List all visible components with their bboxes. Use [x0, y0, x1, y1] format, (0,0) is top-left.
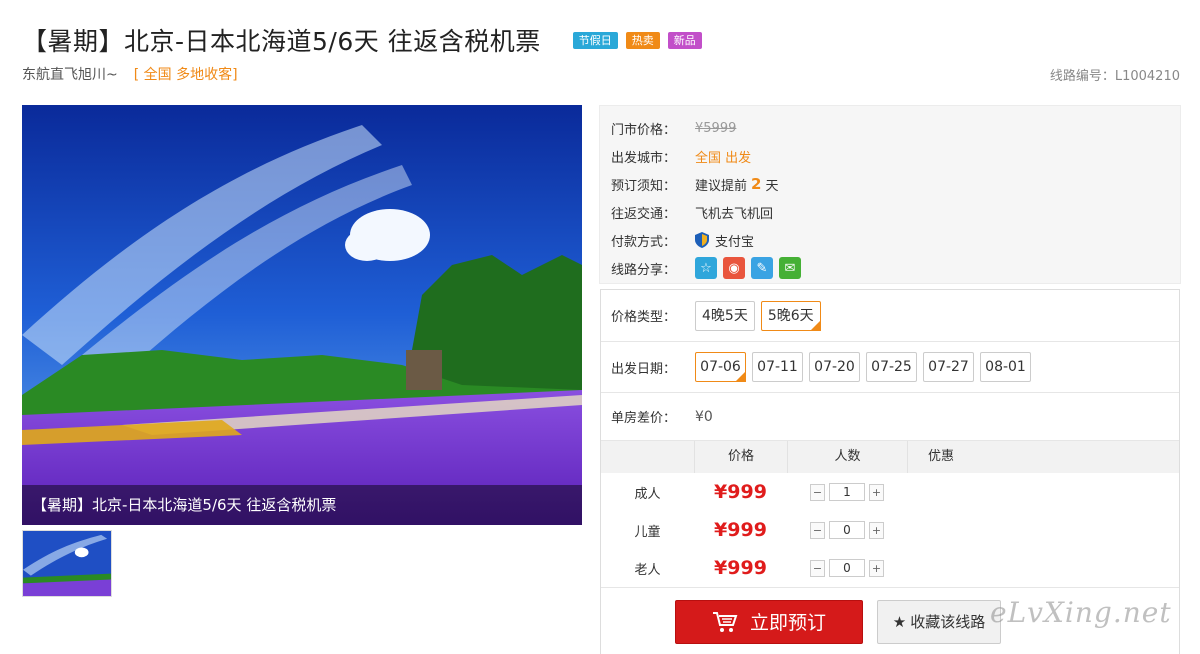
subtitle-row: 东航直飞旭川~ [ 全国 多地收客] 线路编号：L1004210: [22, 64, 1180, 84]
share-label: 线路分享：: [611, 262, 677, 278]
favorite-route-label: 收藏该线路: [910, 614, 986, 631]
table-row: 老人 ¥999 − 0 +: [601, 549, 1179, 587]
shopping-cart-icon: [712, 611, 738, 632]
transport-row: 往返交通： 飞机去飞机回: [611, 198, 1180, 226]
payment-value: 支付宝: [715, 234, 755, 250]
date-option[interactable]: 07-25: [866, 352, 917, 382]
booking-notice-row: 预订须知： 建议提前 2 天: [611, 170, 1180, 198]
date-option[interactable]: 07-27: [923, 352, 974, 382]
tag-hot-badge: 热卖: [625, 31, 660, 49]
plus-button[interactable]: +: [869, 483, 884, 501]
table-row: 成人 ¥999 − 1 +: [601, 473, 1179, 511]
tag-new-badge: 新品: [667, 31, 702, 49]
tag-holiday-badge: 节假日: [572, 31, 618, 49]
photo-caption: 【暑期】北京-日本北海道5/6天 往返含税机票: [22, 485, 582, 525]
price-type-option-4n5d[interactable]: 4晚5天: [695, 300, 755, 331]
plus-button[interactable]: +: [869, 559, 884, 577]
weibo-share-icon[interactable]: ◉: [723, 257, 745, 279]
table-row: 儿童 ¥999 − 0 +: [601, 511, 1179, 549]
page-title: 【暑期】北京-日本北海道5/6天 往返含税机票: [22, 27, 541, 56]
traveler-price: ¥999: [714, 519, 767, 541]
minus-button[interactable]: −: [810, 521, 825, 539]
minus-button[interactable]: −: [810, 483, 825, 501]
payment-row: 付款方式： 支付宝: [611, 226, 1180, 254]
share-row: 线路分享： ☆ ◉ ✎ ✉: [611, 254, 1180, 282]
traveler-price: ¥999: [714, 557, 767, 579]
payment-label: 付款方式：: [611, 234, 677, 250]
transport-value: 飞机去飞机回: [695, 206, 774, 222]
site-watermark: eLvXing.net: [990, 596, 1172, 629]
share-icon-list: ☆ ◉ ✎ ✉: [695, 257, 801, 279]
depart-city-value: 全国 出发: [695, 150, 752, 166]
date-option[interactable]: 08-01: [980, 352, 1031, 382]
single-room-diff-value: ¥0: [695, 408, 713, 425]
depart-date-label: 出发日期：: [611, 361, 677, 377]
transport-label: 往返交通：: [611, 206, 677, 222]
quantity-input[interactable]: 0: [829, 521, 865, 539]
date-option[interactable]: 07-06: [695, 352, 746, 382]
photo-thumbnail[interactable]: [22, 530, 112, 597]
title-row: 【暑期】北京-日本北海道5/6天 往返含税机票 节假日 热卖 新品: [22, 22, 702, 58]
traveler-type: 老人: [634, 562, 661, 578]
quantity-input[interactable]: 1: [829, 483, 865, 501]
price-type-label: 价格类型：: [611, 310, 677, 325]
depart-city-label: 出发城市：: [611, 150, 677, 166]
market-price-value: ¥5999: [695, 120, 737, 136]
minus-button[interactable]: −: [810, 559, 825, 577]
traveler-type: 儿童: [634, 524, 661, 540]
price-type-option-5n6d[interactable]: 5晚6天: [760, 300, 821, 331]
depart-note: [ 全国 多地收客]: [133, 67, 238, 83]
shield-icon: [695, 232, 709, 248]
qq-share-icon[interactable]: ✎: [751, 257, 773, 279]
book-now-label: 立即预订: [749, 613, 826, 634]
wechat-share-icon[interactable]: ✉: [779, 257, 801, 279]
tag-list: 节假日 热卖 新品: [572, 31, 702, 49]
plus-button[interactable]: +: [869, 521, 884, 539]
market-price-row: 门市价格： ¥5999: [611, 114, 1180, 142]
main-photo[interactable]: 【暑期】北京-日本北海道5/6天 往返含税机票: [22, 105, 582, 525]
quantity-input[interactable]: 0: [829, 559, 865, 577]
favorite-route-button[interactable]: ★ 收藏该线路: [877, 599, 1001, 644]
star-icon: ★: [892, 613, 907, 631]
booking-notice-prefix: 建议提前: [695, 178, 748, 194]
single-room-diff-label: 单房差价：: [611, 411, 677, 426]
book-now-button[interactable]: 立即预订: [675, 599, 863, 644]
date-option[interactable]: 07-20: [809, 352, 860, 382]
price-table-header: 价格 人数 优惠: [601, 441, 1179, 473]
traveler-price: ¥999: [714, 481, 767, 503]
depart-date-row: 出发日期： 07-06 07-11 07-20 07-25 07-27 08-0…: [601, 342, 1179, 393]
quantity-stepper: − 0 +: [787, 559, 907, 577]
booking-notice-label: 预订须知：: [611, 178, 677, 194]
favorite-star-share-icon[interactable]: ☆: [695, 257, 717, 279]
header-qty: 人数: [787, 441, 907, 473]
lavender-field-photo: [22, 105, 582, 525]
thumbnail-image: [23, 531, 111, 596]
header-price: 价格: [694, 441, 787, 473]
route-info-panel: 门市价格： ¥5999 出发城市： 全国 出发 预订须知： 建议提前 2 天 往…: [599, 105, 1181, 284]
quantity-stepper: − 0 +: [787, 521, 907, 539]
depart-city-row: 出发城市： 全国 出发: [611, 142, 1180, 170]
traveler-price-table: 价格 人数 优惠 成人 ¥999 − 1 + 儿童 ¥999 − 0 + 老人 …: [601, 441, 1179, 587]
booking-days: 2: [751, 175, 762, 193]
date-option[interactable]: 07-11: [752, 352, 803, 382]
header-discount: 优惠: [907, 441, 1179, 473]
price-type-row: 价格类型： 4晚5天 5晚6天: [601, 290, 1179, 342]
route-subtitle: 东航直飞旭川~: [22, 67, 118, 83]
quantity-stepper: − 1 +: [787, 483, 907, 501]
header-type-cell: [601, 441, 694, 473]
market-price-label: 门市价格：: [611, 122, 677, 138]
traveler-type: 成人: [634, 486, 661, 502]
single-room-diff-row: 单房差价： ¥0: [601, 393, 1179, 441]
booking-notice-suffix: 天: [765, 178, 779, 194]
route-number: 线路编号：L1004210: [1049, 68, 1180, 84]
